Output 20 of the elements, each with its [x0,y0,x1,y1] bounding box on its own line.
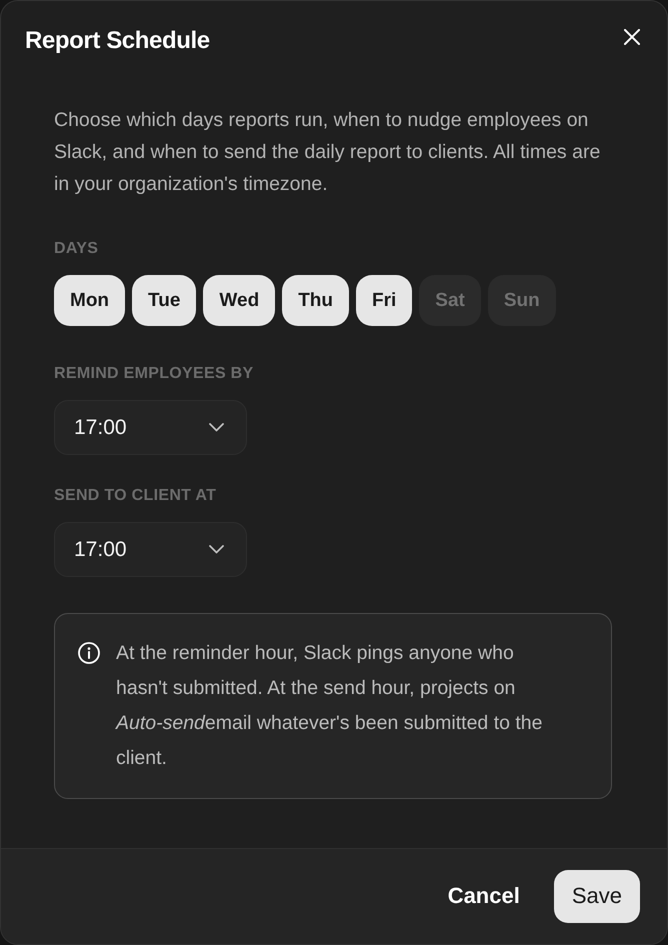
close-icon [624,29,640,45]
close-button[interactable] [624,29,640,45]
dialog-title: Report Schedule [25,26,210,56]
time-select[interactable]: 17:00 [54,400,247,455]
field-label: SEND TO CLIENT AT [54,486,216,506]
section-label: DAYS [54,239,98,259]
day-toggle[interactable]: Wed [203,275,276,326]
day-toggle[interactable]: Mon [54,275,126,326]
field-label: REMIND EMPLOYEES BY [54,364,254,384]
save-button[interactable]: Save [554,870,640,922]
day-toggle[interactable]: Fri [356,275,412,326]
chevron-down-icon [209,423,224,432]
time-select[interactable]: 17:00 [54,522,247,577]
dialog-description: Choose which days reports run, when to nudge employees on Slack, and when to send the daily report to clients. All times are in your organization's timezone. [54,108,602,197]
info-text: At the reminder hour, Slack pings anyone who hasn't submitted. At the send hour, projects on Auto-sendemail whatever's been submitted to the client. [116,641,544,771]
chevron-down-icon [209,545,224,554]
info-icon [78,642,100,664]
cancel-button[interactable]: Cancel [448,883,520,909]
day-toggle[interactable]: Tue [132,275,196,326]
day-toggle[interactable]: Thu [282,275,350,326]
